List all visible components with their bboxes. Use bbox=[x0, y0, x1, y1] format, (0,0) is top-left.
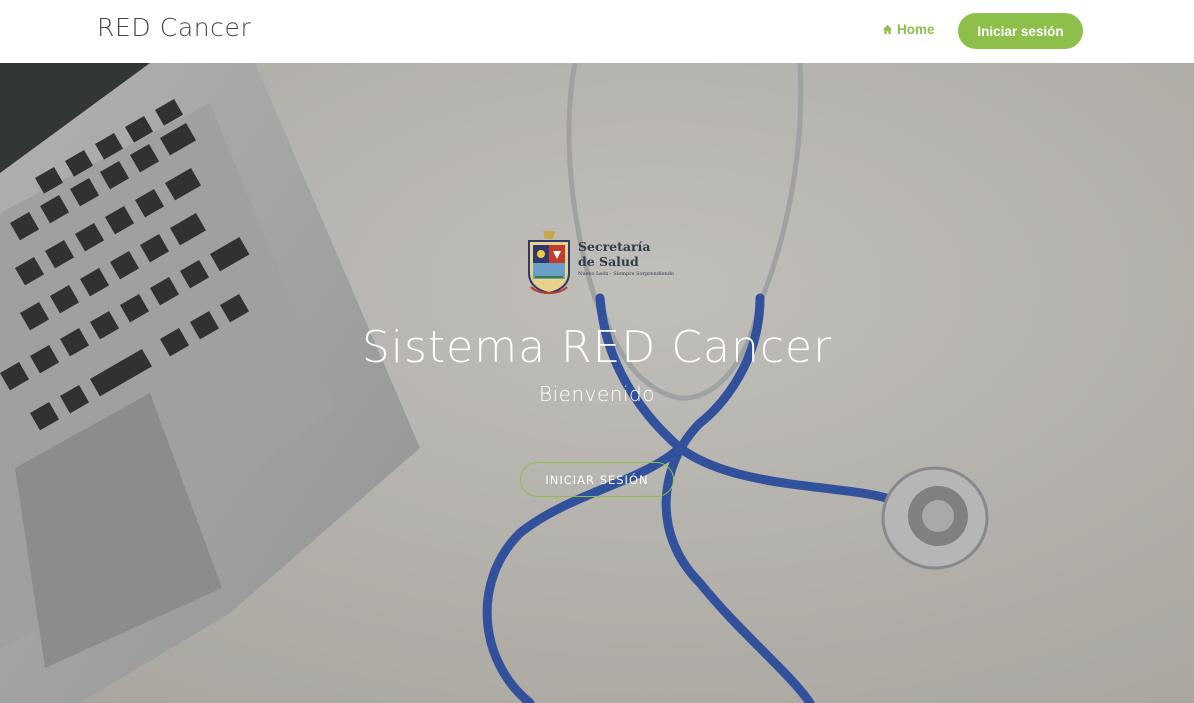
hero-title: Sistema RED Cancer bbox=[361, 322, 833, 373]
logo-title: Secretaría de Salud bbox=[578, 239, 650, 269]
brand-logo-text[interactable]: RED Cancer bbox=[97, 13, 251, 42]
navbar: RED Cancer Home Iniciar sesión bbox=[0, 0, 1194, 63]
hero-section: Secretaría de Salud Nuevo León · Siempre… bbox=[0, 63, 1194, 703]
logo-title-line2: de Salud bbox=[578, 254, 639, 269]
hero-subtitle: Bienvenido bbox=[539, 382, 655, 406]
login-button[interactable]: Iniciar sesión bbox=[958, 13, 1083, 49]
nav-home-link[interactable]: Home bbox=[882, 22, 935, 37]
secretaria-salud-logo: Secretaría de Salud Nuevo León · Siempre… bbox=[525, 227, 675, 297]
logo-subtitle: Nuevo León · Siempre Sorprendiendo bbox=[578, 271, 674, 277]
hero-login-button[interactable]: INICIAR SESIÓN bbox=[520, 462, 674, 497]
home-icon bbox=[882, 24, 893, 35]
nav-home-label: Home bbox=[897, 22, 935, 37]
coat-of-arms-icon bbox=[528, 231, 570, 295]
logo-title-line1: Secretaría bbox=[578, 239, 651, 254]
